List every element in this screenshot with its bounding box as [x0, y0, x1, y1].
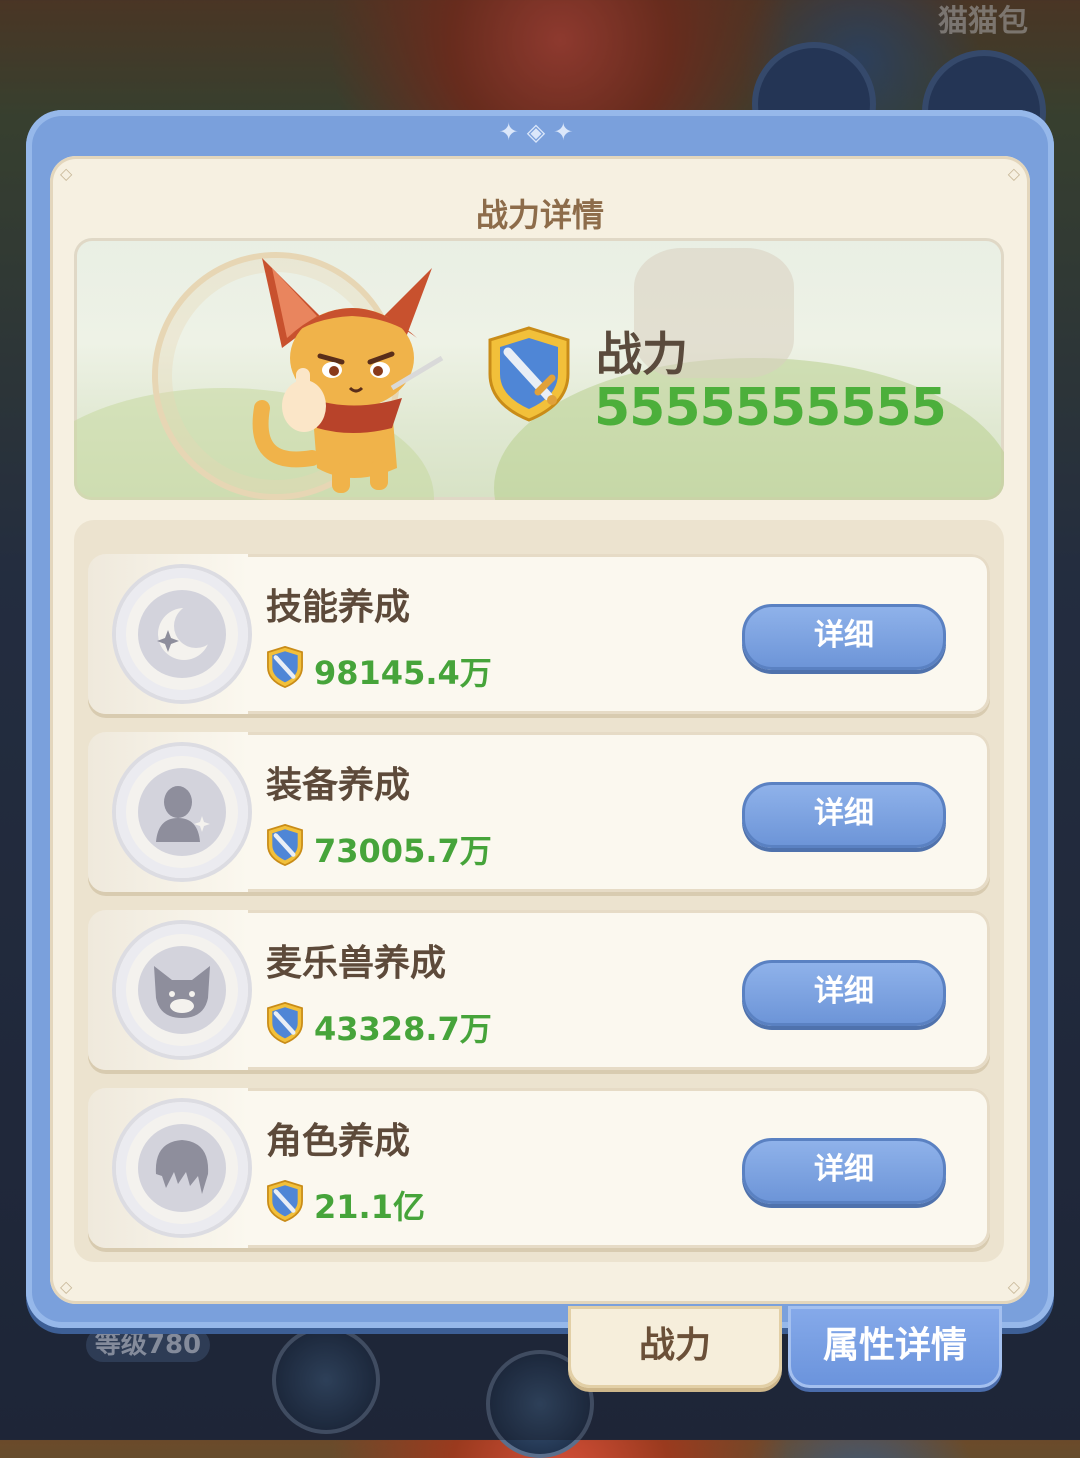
skill-badge [116, 568, 248, 700]
modal-title: 战力详情 [475, 196, 604, 234]
corner-ornament-icon: ◇ [60, 1277, 73, 1296]
power-source-list[interactable]: 技能养成 98145.4万 详细 装备养成 73005.7万 详细 麦乐兽养成 … [74, 520, 1004, 1262]
row-value: 98145.4万 [314, 654, 492, 692]
hair-head-icon [155, 1140, 209, 1194]
cat-face-icon [154, 966, 210, 1018]
power-shield-sword-icon [267, 1002, 303, 1044]
power-shield-sword-icon [267, 1180, 303, 1222]
power-label: 战力 [596, 327, 688, 381]
frame-ornament-icon: ✦◈✦ [498, 118, 582, 146]
corner-ornament-icon: ◇ [1007, 164, 1020, 183]
row-value: 43328.7万 [314, 1010, 492, 1048]
detail-button-equipment[interactable]: 详细 [742, 782, 946, 848]
corner-ornament-icon: ◇ [60, 164, 73, 183]
detail-button-skill[interactable]: 详细 [742, 604, 946, 670]
row-title: 装备养成 [266, 765, 411, 806]
silhouette-sparkle-icon [156, 786, 210, 842]
tab-power[interactable]: 战力 [568, 1306, 782, 1388]
modal-paper: ◇ ◇ ◇ ◇ 战力详情 战力 5555555555 技能养成 98145.4万… [50, 156, 1030, 1304]
list-item-pet: 麦乐兽养成 43328.7万 详细 [88, 910, 990, 1070]
detail-button-pet[interactable]: 详细 [742, 960, 946, 1026]
tab-attribute-details[interactable]: 属性详情 [788, 1306, 1002, 1388]
power-shield-sword-icon [267, 646, 303, 688]
list-item-equipment: 装备养成 73005.7万 详细 [88, 732, 990, 892]
power-shield-sword-icon [488, 326, 570, 422]
row-title: 技能养成 [266, 587, 411, 628]
row-value: 73005.7万 [314, 832, 492, 870]
character-badge [116, 1102, 248, 1234]
power-banner: 战力 5555555555 [74, 238, 1004, 500]
corner-ornament-icon: ◇ [1007, 1277, 1020, 1296]
row-value: 21.1亿 [314, 1188, 425, 1226]
crescent-moon-sparkle-icon [157, 604, 218, 660]
detail-button-character[interactable]: 详细 [742, 1138, 946, 1204]
equipment-badge [116, 746, 248, 878]
list-item-skill: 技能养成 98145.4万 详细 [88, 554, 990, 714]
power-shield-sword-icon [267, 824, 303, 866]
fox-cat-mascot-icon [252, 258, 444, 493]
list-item-character: 角色养成 21.1亿 详细 [88, 1088, 990, 1248]
pet-badge [116, 924, 248, 1056]
row-title: 麦乐兽养成 [266, 943, 447, 984]
row-title: 角色养成 [266, 1121, 411, 1162]
power-value: 5555555555 [594, 378, 947, 438]
